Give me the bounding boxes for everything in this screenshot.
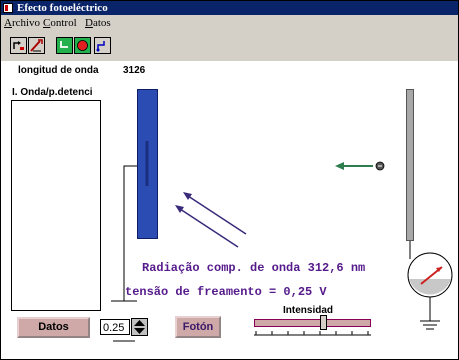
app-window: Efecto fotoeléctrico Archivo Control Dat…: [0, 0, 459, 360]
intensity-ticks: [254, 331, 371, 336]
